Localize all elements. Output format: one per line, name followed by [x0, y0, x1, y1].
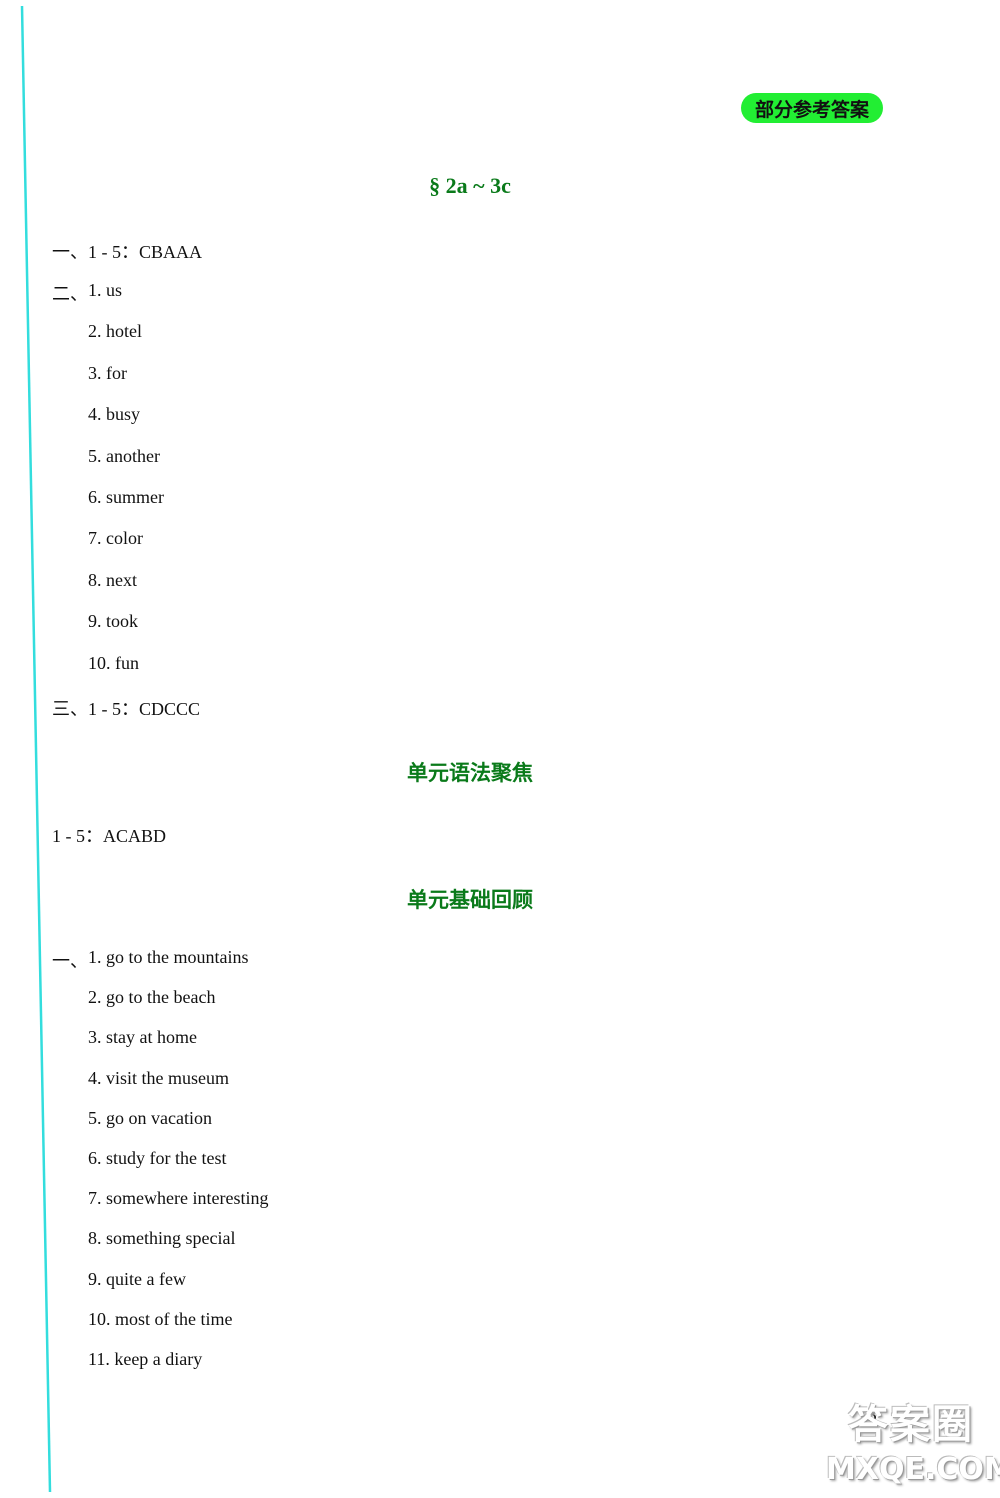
answer-item: 8. next	[88, 569, 137, 590]
part-one-answers: 1 - 5：CBAAA	[88, 242, 203, 262]
answer-item: 10. most of the time	[88, 1308, 233, 1329]
answer-key-badge: 部分参考答案	[741, 93, 883, 123]
watermark-en: MXQE.COM	[826, 1452, 1000, 1487]
section-title-basic-review: 单元基础回顾	[407, 888, 533, 912]
answer-item: 4. busy	[88, 404, 141, 425]
part-three-prefix: 三、	[52, 699, 88, 720]
part-three-answers: 1 - 5：CDCCC	[88, 699, 201, 719]
part-two-prefix: 二、	[52, 284, 88, 305]
answer-item: 2. go to the beach	[88, 987, 216, 1008]
answer-item: 5. another	[88, 445, 160, 466]
watermark: 答案圈 MXQE.COM	[826, 1400, 1000, 1495]
answer-item: 1. go to the mountains	[88, 947, 249, 967]
answer-item: 6. study for the test	[88, 1148, 227, 1168]
answer-item: 3. stay at home	[88, 1027, 197, 1048]
answer-item: 4. visit the museum	[88, 1067, 229, 1088]
answer-item: 1. us	[88, 280, 123, 300]
answer-item: 5. go on vacation	[88, 1107, 212, 1128]
answer-item: 7. color	[88, 528, 143, 549]
review-part-one-prefix: 一、	[52, 951, 88, 972]
answer-item: 10. fun	[88, 652, 139, 673]
answer-item: 9. quite a few	[88, 1268, 186, 1289]
section-title-grammar-focus: 单元语法聚焦	[407, 761, 533, 785]
answer-item: 6. summer	[88, 487, 164, 507]
answer-item: 3. for	[88, 362, 127, 383]
part-one-prefix: 一、	[52, 242, 88, 263]
answer-item: 8. something special	[88, 1228, 236, 1249]
section-title-2a-3c: § 2a ~ 3c	[429, 173, 511, 198]
grammar-answers: 1 - 5：ACABD	[52, 826, 167, 846]
answer-item: 7. somewhere interesting	[88, 1188, 269, 1209]
answer-item: 9. took	[88, 611, 139, 632]
answer-item: 11. keep a diary	[88, 1349, 203, 1369]
answer-item: 2. hotel	[88, 321, 142, 342]
watermark-cn: 答案圈	[848, 1402, 974, 1448]
